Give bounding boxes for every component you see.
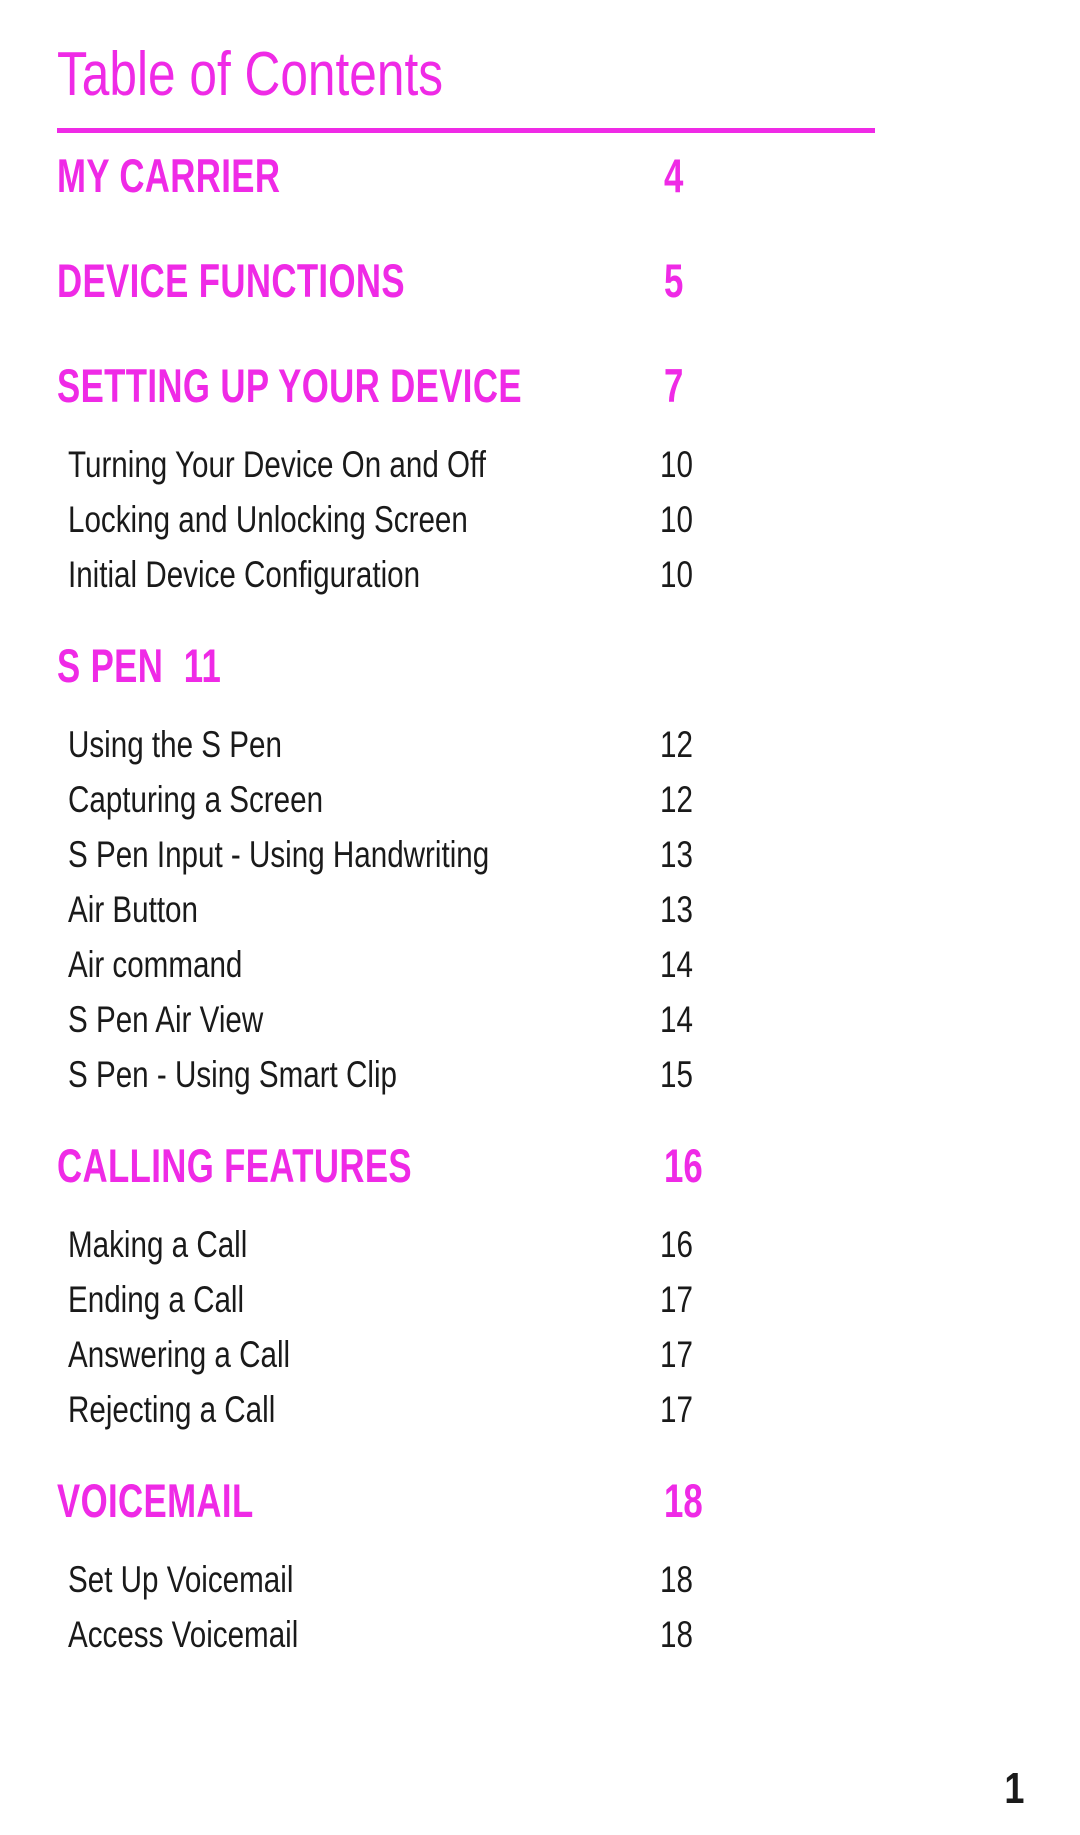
toc-entry-row[interactable]: Answering a Call 17 xyxy=(0,1331,1080,1386)
toc-entry-row[interactable]: Making a Call 16 xyxy=(0,1221,1080,1276)
toc-entry-label: Locking and Unlocking Screen xyxy=(68,499,468,540)
toc-entry-row[interactable]: Air Button 13 xyxy=(0,886,1080,941)
toc-entry-page-number: 14 xyxy=(660,944,693,985)
page-title: Table of Contents xyxy=(57,40,444,109)
toc-section-row[interactable]: VOICEMAIL 18 xyxy=(0,1467,1080,1546)
toc-entry-row[interactable]: Using the S Pen 12 xyxy=(0,721,1080,776)
footer-page-number: 1 xyxy=(1003,1764,1024,1813)
toc-entry-page-number: 14 xyxy=(660,999,693,1040)
toc-entry-label: Capturing a Screen xyxy=(68,779,324,820)
toc-section-label: MY CARRIER xyxy=(57,149,281,202)
toc-entry-page-number: 13 xyxy=(660,834,693,875)
toc-entry-row[interactable]: Ending a Call 17 xyxy=(0,1276,1080,1331)
toc-entry-label: Access Voicemail xyxy=(68,1614,299,1655)
toc-entry-page-number: 10 xyxy=(660,444,693,485)
toc-entry-page-number: 17 xyxy=(660,1334,693,1375)
toc-entry-row[interactable]: S Pen - Using Smart Clip 15 xyxy=(0,1051,1080,1106)
toc-entry-row[interactable]: Capturing a Screen 12 xyxy=(0,776,1080,831)
toc-entry-label: Making a Call xyxy=(68,1224,248,1265)
toc-entry-label: Answering a Call xyxy=(68,1334,291,1375)
toc-section-row[interactable]: S PEN 11 xyxy=(0,632,1080,711)
toc-section-row[interactable]: SETTING UP YOUR DEVICE 7 xyxy=(0,352,1080,431)
toc-entry-label: Initial Device Configuration xyxy=(68,554,421,595)
toc-section-page-number: 18 xyxy=(664,1474,703,1527)
toc-entry-label: S Pen - Using Smart Clip xyxy=(68,1054,397,1095)
toc-section-row[interactable]: MY CARRIER 4 xyxy=(0,142,1080,221)
toc-entry-page-number: 17 xyxy=(660,1279,693,1320)
toc-entry-row[interactable]: Access Voicemail 18 xyxy=(0,1611,1080,1666)
toc-entry-page-number: 18 xyxy=(660,1559,693,1600)
toc-entry-row[interactable]: S Pen Air View 14 xyxy=(0,996,1080,1051)
toc-section-page-number: 5 xyxy=(664,254,684,307)
toc-entry-label: S Pen Input - Using Handwriting xyxy=(68,834,490,875)
toc-entry-page-number: 12 xyxy=(660,779,693,820)
toc-entry-page-number: 17 xyxy=(660,1389,693,1430)
toc-section-label: SETTING UP YOUR DEVICE xyxy=(57,359,522,412)
toc-section-page-number: 7 xyxy=(664,359,684,412)
title-divider xyxy=(57,128,875,133)
toc-section-label: VOICEMAIL xyxy=(57,1474,254,1527)
toc-entry-page-number: 18 xyxy=(660,1614,693,1655)
toc-entry-row[interactable]: Set Up Voicemail 18 xyxy=(0,1556,1080,1611)
toc-section-label: DEVICE FUNCTIONS xyxy=(57,254,405,307)
toc-entry-row[interactable]: Rejecting a Call 17 xyxy=(0,1386,1080,1441)
toc-entry-row[interactable]: S Pen Input - Using Handwriting 13 xyxy=(0,831,1080,886)
toc-entry-label: Air command xyxy=(68,944,243,985)
toc-section-page-number: 16 xyxy=(664,1139,703,1192)
toc-section-page-number: 4 xyxy=(664,149,684,202)
toc-entry-row[interactable]: Air command 14 xyxy=(0,941,1080,996)
toc-entry-page-number: 15 xyxy=(660,1054,693,1095)
toc-entry-label: Set Up Voicemail xyxy=(68,1559,294,1600)
toc-section-row[interactable]: DEVICE FUNCTIONS 5 xyxy=(0,247,1080,326)
toc-entry-label: S Pen Air View xyxy=(68,999,264,1040)
toc-entry-page-number: 10 xyxy=(660,499,693,540)
toc-entry-row[interactable]: Locking and Unlocking Screen 10 xyxy=(0,496,1080,551)
toc-section-row[interactable]: CALLING FEATURES 16 xyxy=(0,1132,1080,1211)
toc-entry-label: Rejecting a Call xyxy=(68,1389,276,1430)
toc-entry-label: Using the S Pen xyxy=(68,724,282,765)
toc-entry-label: Ending a Call xyxy=(68,1279,245,1320)
toc-section-page-number: 11 xyxy=(183,639,222,692)
toc-entry-row[interactable]: Turning Your Device On and Off 10 xyxy=(0,441,1080,496)
toc-entry-page-number: 10 xyxy=(660,554,693,595)
toc-entry-page-number: 12 xyxy=(660,724,693,765)
toc-entry-row[interactable]: Initial Device Configuration 10 xyxy=(0,551,1080,606)
toc-entry-page-number: 16 xyxy=(660,1224,693,1265)
toc-entry-label: Turning Your Device On and Off xyxy=(68,444,486,485)
toc-entry-page-number: 13 xyxy=(660,889,693,930)
toc-page: Table of Contents MY CARRIER 4 DEVICE FUNC… xyxy=(0,0,1080,1835)
toc-entry-label: Air Button xyxy=(68,889,198,930)
toc-list: MY CARRIER 4 DEVICE FUNCTIONS 5 SETTING UP Y… xyxy=(0,142,1080,1666)
toc-section-label: CALLING FEATURES xyxy=(57,1139,413,1192)
toc-section-label: S PEN 11 xyxy=(57,639,222,692)
